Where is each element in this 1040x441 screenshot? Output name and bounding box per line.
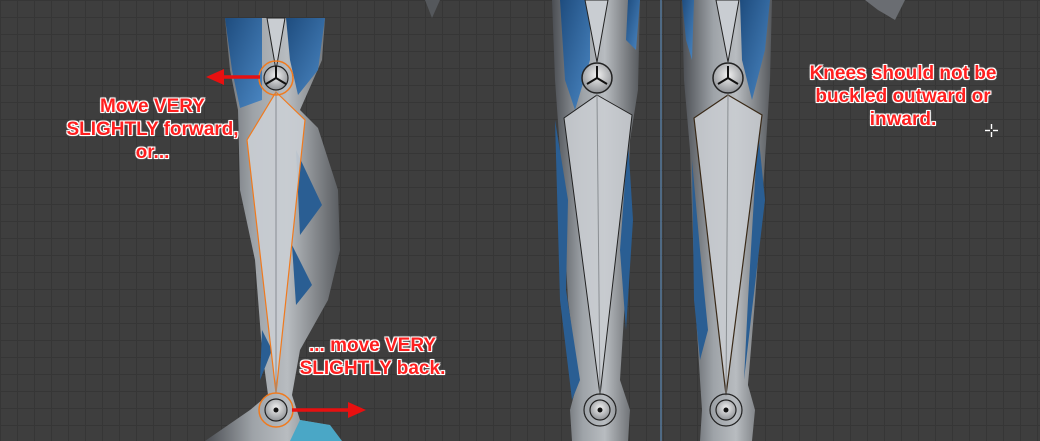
annotation-move-forward: Move VERY SLIGHTLY forward, or... bbox=[50, 95, 255, 164]
annotation-line: or... bbox=[135, 142, 170, 163]
annotation-line: Move VERY bbox=[100, 96, 205, 117]
annotation-line: buckled outward or bbox=[815, 86, 991, 107]
crosshair-cursor-icon bbox=[985, 124, 998, 137]
annotation-line: Knees should not be bbox=[809, 63, 997, 84]
annotation-line: inward. bbox=[869, 109, 937, 130]
annotation-line: SLIGHTLY back. bbox=[299, 358, 446, 379]
front-view-legs bbox=[552, 0, 772, 441]
top-fragment-left bbox=[425, 0, 440, 18]
annotation-move-back: ... move VERY SLIGHTLY back. bbox=[280, 334, 465, 380]
3d-viewport[interactable]: Move VERY SLIGHTLY forward, or... ... mo… bbox=[0, 0, 1040, 441]
back-arrow bbox=[292, 402, 366, 418]
knee-joint-front-left[interactable] bbox=[712, 62, 744, 94]
knee-joint-front-right[interactable] bbox=[581, 62, 613, 94]
knee-joint-side[interactable] bbox=[258, 60, 294, 96]
annotation-line: ... move VERY bbox=[308, 335, 437, 356]
top-fragment-right bbox=[865, 0, 905, 20]
annotation-line: SLIGHTLY forward, bbox=[66, 119, 239, 140]
annotation-knees: Knees should not be buckled outward or i… bbox=[788, 62, 1018, 131]
